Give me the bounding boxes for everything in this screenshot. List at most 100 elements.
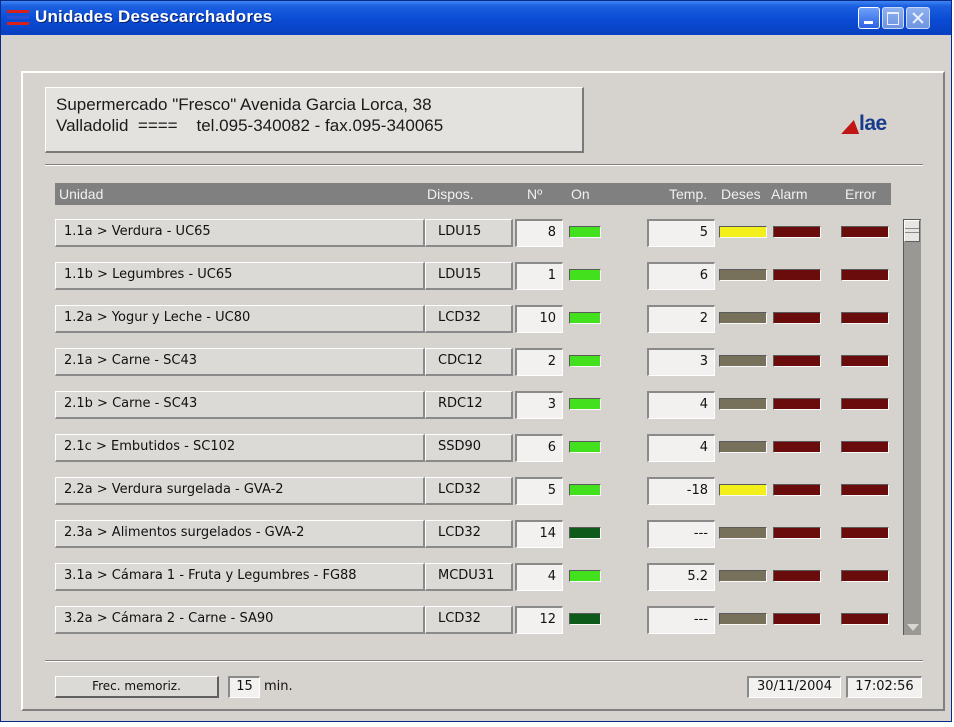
temperature-field: 5 (647, 219, 715, 247)
table-row[interactable]: 2.1a > Carne - SC43 CDC12 2 3 (55, 348, 891, 376)
header-deses: Deses (721, 186, 761, 202)
table-row[interactable]: 2.3a > Alimentos surgelados - GVA-2 LCD32… (55, 520, 891, 548)
frec-memoriz-button[interactable]: Frec. memoriz. (55, 676, 219, 698)
minimize-button[interactable] (858, 7, 880, 29)
error-indicator (841, 398, 889, 410)
device-button[interactable]: LDU15 (425, 219, 513, 247)
unit-name-button[interactable]: 3.1a > Cámara 1 - Fruta y Legumbres - FG… (55, 563, 425, 591)
alarm-indicator (773, 355, 821, 367)
unit-name-button[interactable]: 2.1a > Carne - SC43 (55, 348, 425, 376)
device-button[interactable]: RDC12 (425, 391, 513, 419)
error-indicator (841, 269, 889, 281)
device-button[interactable]: CDC12 (425, 348, 513, 376)
window-title: Unidades Desescarchadores (35, 7, 273, 26)
alarm-indicator (773, 312, 821, 324)
address-line-1: Supermercado "Fresco" Avenida Garcia Lor… (56, 95, 432, 114)
title-bar[interactable]: Unidades Desescarchadores (1, 1, 951, 35)
header-temp: Temp. (669, 186, 708, 202)
device-button[interactable]: LCD32 (425, 520, 513, 548)
defrost-indicator (719, 570, 767, 582)
defrost-indicator (719, 484, 767, 496)
on-indicator (569, 312, 601, 324)
table-row[interactable]: 3.1a > Cámara 1 - Fruta y Legumbres - FG… (55, 563, 891, 591)
error-indicator (841, 570, 889, 582)
minimize-icon (864, 21, 873, 24)
error-indicator (841, 484, 889, 496)
temperature-field: 3 (647, 348, 715, 376)
unit-name-button[interactable]: 1.1b > Legumbres - UC65 (55, 262, 425, 290)
device-number-field: 3 (515, 391, 563, 419)
alarm-indicator (773, 570, 821, 582)
error-indicator (841, 613, 889, 625)
app-icon (7, 8, 29, 28)
device-button[interactable]: LCD32 (425, 606, 513, 634)
frec-unit-label: min. (264, 679, 293, 694)
defrost-indicator (719, 441, 767, 453)
close-icon (912, 12, 924, 24)
device-button[interactable]: LDU15 (425, 262, 513, 290)
logo-text: lae (859, 112, 887, 135)
unit-name-button[interactable]: 3.2a > Cámara 2 - Carne - SA90 (55, 606, 425, 634)
table-row[interactable]: 2.1c > Embutidos - SC102 SSD90 6 4 (55, 434, 891, 462)
defrost-indicator (719, 226, 767, 238)
temperature-field: 4 (647, 434, 715, 462)
defrost-indicator (719, 613, 767, 625)
error-indicator (841, 312, 889, 324)
on-indicator (569, 398, 601, 410)
scroll-down-icon[interactable] (907, 624, 919, 631)
device-number-field: 5 (515, 477, 563, 505)
unit-name-button[interactable]: 2.1b > Carne - SC43 (55, 391, 425, 419)
alarm-indicator (773, 269, 821, 281)
table-row[interactable]: 2.2a > Verdura surgelada - GVA-2 LCD32 5 -1… (55, 477, 891, 505)
temperature-field: 2 (647, 305, 715, 333)
on-indicator (569, 570, 601, 582)
error-indicator (841, 527, 889, 539)
close-button[interactable] (906, 7, 930, 29)
time-display: 17:02:56 (846, 676, 922, 698)
defrost-indicator (719, 269, 767, 281)
on-indicator (569, 527, 601, 539)
scrollbar-thumb[interactable] (904, 220, 920, 242)
unit-name-button[interactable]: 2.3a > Alimentos surgelados - GVA-2 (55, 520, 425, 548)
header-num: Nº (527, 186, 543, 202)
table-row[interactable]: 2.1b > Carne - SC43 RDC12 3 4 (55, 391, 891, 419)
alarm-indicator (773, 441, 821, 453)
table-header: Unidad Dispos. Nº On Temp. Deses Alarm E… (55, 183, 891, 205)
device-button[interactable]: MCDU31 (425, 563, 513, 591)
store-address: Supermercado "Fresco" Avenida Garcia Lor… (45, 87, 584, 153)
defrost-indicator (719, 355, 767, 367)
unit-name-button[interactable]: 1.2a > Yogur y Leche - UC80 (55, 305, 425, 333)
device-button[interactable]: LCD32 (425, 305, 513, 333)
address-line-2: Valladolid ==== tel.095-340082 - fax.095… (56, 116, 444, 135)
unit-name-button[interactable]: 2.2a > Verdura surgelada - GVA-2 (55, 477, 425, 505)
device-button[interactable]: SSD90 (425, 434, 513, 462)
header-on: On (571, 186, 590, 202)
temperature-field: 5.2 (647, 563, 715, 591)
temperature-field: 4 (647, 391, 715, 419)
device-number-field: 10 (515, 305, 563, 333)
alarm-indicator (773, 226, 821, 238)
maximize-button[interactable] (882, 7, 904, 29)
table-row[interactable]: 1.1a > Verdura - UC65 LDU15 8 5 (55, 219, 891, 247)
main-window: Unidades Desescarchadores Supermercado "… (0, 0, 952, 722)
on-indicator (569, 269, 601, 281)
table-row[interactable]: 1.1b > Legumbres - UC65 LDU15 1 6 (55, 262, 891, 290)
unit-name-button[interactable]: 1.1a > Verdura - UC65 (55, 219, 425, 247)
table-row[interactable]: 3.2a > Cámara 2 - Carne - SA90 LCD32 12 --- (55, 606, 891, 634)
vertical-scrollbar[interactable] (903, 219, 921, 635)
device-number-field: 2 (515, 348, 563, 376)
device-number-field: 12 (515, 606, 563, 634)
maximize-icon (887, 12, 899, 25)
frec-value-field[interactable]: 15 (228, 676, 260, 698)
device-number-field: 8 (515, 219, 563, 247)
date-display: 30/11/2004 (747, 676, 841, 698)
alarm-indicator (773, 613, 821, 625)
device-button[interactable]: LCD32 (425, 477, 513, 505)
temperature-field: -18 (647, 477, 715, 505)
unit-name-button[interactable]: 2.1c > Embutidos - SC102 (55, 434, 425, 462)
device-number-field: 6 (515, 434, 563, 462)
defrost-indicator (719, 527, 767, 539)
table-row[interactable]: 1.2a > Yogur y Leche - UC80 LCD32 10 2 (55, 305, 891, 333)
device-number-field: 4 (515, 563, 563, 591)
on-indicator (569, 441, 601, 453)
